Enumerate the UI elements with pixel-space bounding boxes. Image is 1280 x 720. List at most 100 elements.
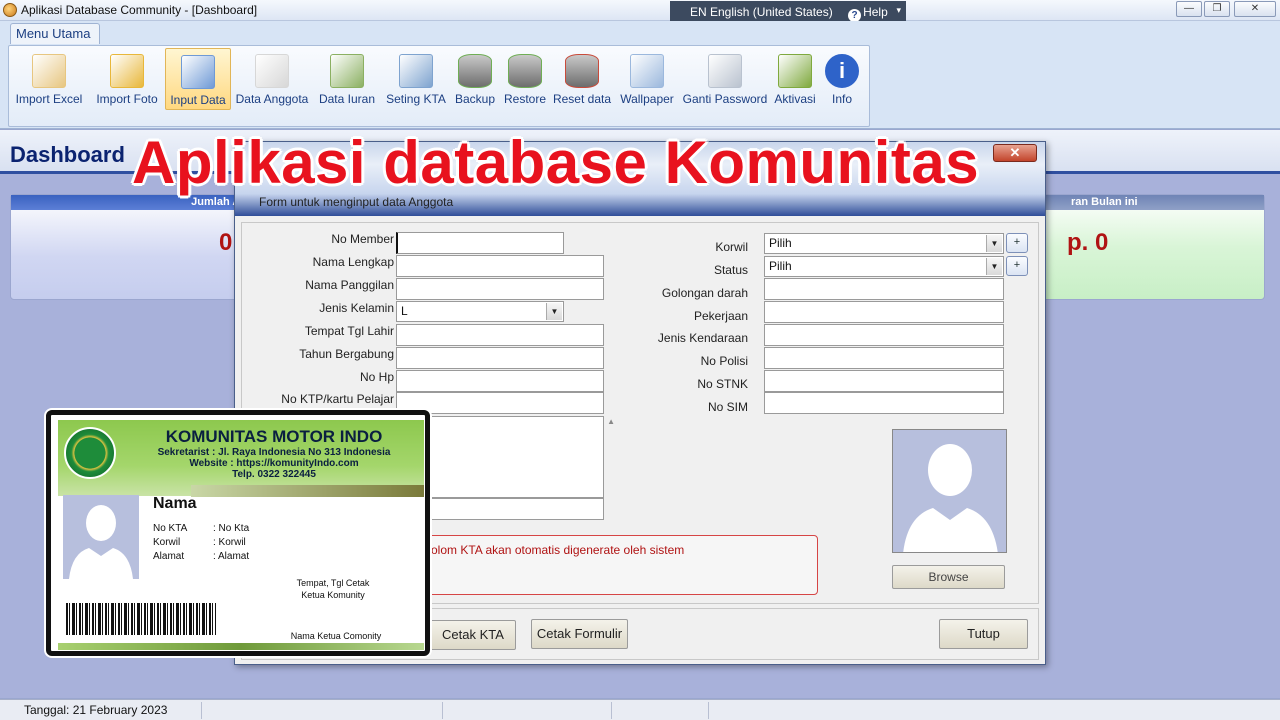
- ribbon-button-wallpaper[interactable]: Wallpaper: [619, 48, 675, 110]
- ribbon-button-import-excel[interactable]: Import Excel: [13, 48, 85, 110]
- member-count-value: 0: [219, 229, 233, 256]
- ribbon-button-label[interactable]: Import Foto: [91, 92, 163, 106]
- ribbon-button-label[interactable]: Info: [817, 92, 867, 106]
- card-row-value: : Korwil: [213, 537, 246, 548]
- money-chart-icon[interactable]: [330, 54, 364, 88]
- label-no-ktp: No KTP/kartu Pelajar: [281, 392, 394, 406]
- ribbon-button-data-anggota[interactable]: Data Anggota: [233, 48, 311, 110]
- ribbon-button-reset-data[interactable]: Reset data: [551, 48, 613, 110]
- jenis-kelamin-select[interactable]: L ▼: [396, 301, 564, 322]
- ribbon-button-label[interactable]: Aktivasi: [773, 92, 817, 106]
- ribbon-button-label[interactable]: Data Iuran: [317, 92, 377, 106]
- person-silhouette-icon: [903, 444, 998, 552]
- database-reset-icon[interactable]: [565, 54, 599, 88]
- add-korwil-button[interactable]: +: [1006, 233, 1028, 253]
- ribbon-button-aktivasi[interactable]: Aktivasi: [773, 48, 817, 110]
- ribbon-button-label[interactable]: Ganti Password: [679, 92, 771, 106]
- nama-lengkap-input[interactable]: [396, 255, 604, 277]
- label-tahun-bergabung: Tahun Bergabung: [299, 347, 394, 361]
- info-icon[interactable]: i: [825, 54, 859, 88]
- ribbon-button-backup[interactable]: Backup: [451, 48, 499, 110]
- ribbon-button-label[interactable]: Wallpaper: [619, 92, 675, 106]
- card-bottom-band: [58, 643, 424, 650]
- ribbon-button-label[interactable]: Seting KTA: [381, 92, 451, 106]
- dashboard-title: Dashboard: [10, 142, 125, 167]
- key-icon[interactable]: [778, 54, 812, 88]
- spreadsheet-icon[interactable]: [32, 54, 66, 88]
- ribbon-button-seting-kta[interactable]: Seting KTA: [381, 48, 451, 110]
- folder-image-icon[interactable]: [110, 54, 144, 88]
- status-cell: [710, 702, 1280, 719]
- no-sim-input[interactable]: [764, 392, 1004, 414]
- card-photo-placeholder: [63, 495, 139, 579]
- chevron-down-icon[interactable]: ▼: [986, 235, 1002, 252]
- cetak-formulir-button[interactable]: Cetak Formulir: [531, 619, 628, 649]
- chevron-down-icon[interactable]: ▼: [986, 258, 1002, 275]
- database-restore-icon[interactable]: [508, 54, 542, 88]
- member-count-card: Jumlah An 0: [10, 194, 260, 300]
- id-card-icon[interactable]: [399, 54, 433, 88]
- language-label[interactable]: EN English (United States): [690, 5, 833, 19]
- status-select[interactable]: Pilih ▼: [764, 256, 1004, 277]
- card-row-no-kta: No KTA: No Kta: [153, 523, 249, 534]
- label-no-member: No Member: [331, 232, 394, 246]
- pekerjaan-input[interactable]: [764, 301, 1004, 323]
- browse-button[interactable]: Browse: [892, 565, 1005, 589]
- language-bar[interactable]: EN English (United States) ? Help ▾: [670, 1, 906, 23]
- golongan-darah-input[interactable]: [764, 278, 1004, 300]
- no-polisi-input[interactable]: [764, 347, 1004, 369]
- lock-icon[interactable]: [708, 54, 742, 88]
- ribbon-button-label[interactable]: Input Data: [166, 93, 230, 107]
- card-stripe: [191, 485, 424, 497]
- label-golongan-darah: Golongan darah: [661, 286, 748, 300]
- tab-menu-utama[interactable]: Menu Utama: [10, 23, 100, 44]
- minimize-button[interactable]: —: [1176, 1, 1202, 17]
- help-label[interactable]: Help: [863, 5, 888, 19]
- tahun-bergabung-input[interactable]: [396, 347, 604, 369]
- label-jenis-kelamin: Jenis Kelamin: [319, 301, 394, 315]
- jenis-kendaraan-input[interactable]: [764, 324, 1004, 346]
- scroll-up-icon[interactable]: ▲: [607, 417, 615, 426]
- status-cell: [203, 702, 443, 719]
- tutup-button[interactable]: Tutup: [939, 619, 1028, 649]
- ribbon-button-input-data[interactable]: Input Data: [165, 48, 231, 110]
- chevron-down-icon[interactable]: ▼: [546, 303, 562, 320]
- ribbon-button-info[interactable]: i Info: [817, 48, 867, 110]
- ribbon-button-label[interactable]: Import Excel: [13, 92, 85, 106]
- wallpaper-icon[interactable]: [630, 54, 664, 88]
- card-address-line1: Sekretarist : Jl. Raya Indonesia No 313 …: [157, 447, 391, 458]
- no-stnk-input[interactable]: [764, 370, 1004, 392]
- close-window-button[interactable]: ✕: [1234, 1, 1276, 17]
- ribbon-button-label[interactable]: Restore: [501, 92, 549, 106]
- window-title: Aplikasi Database Community - [Dashboard…: [21, 3, 258, 17]
- form-edit-icon[interactable]: [181, 55, 215, 89]
- no-member-input[interactable]: [396, 232, 564, 254]
- ribbon-button-ganti-password[interactable]: Ganti Password: [679, 48, 771, 110]
- card-row-key: Alamat: [153, 551, 185, 562]
- card-row-alamat: Alamat: Alamat: [153, 551, 249, 562]
- dues-month-value: p. 0: [1067, 229, 1109, 256]
- add-status-button[interactable]: +: [1006, 256, 1028, 276]
- ribbon-button-import-foto[interactable]: Import Foto: [91, 48, 163, 110]
- nama-panggilan-input[interactable]: [396, 278, 604, 300]
- close-dialog-button[interactable]: ✕: [993, 144, 1037, 162]
- ribbon-button-label[interactable]: Backup: [451, 92, 499, 106]
- signature-icon[interactable]: [255, 54, 289, 88]
- notice-box: olom KTA akan otomatis digenerate oleh s…: [422, 535, 818, 595]
- no-hp-input[interactable]: [396, 370, 604, 392]
- ribbon-button-restore[interactable]: Restore: [501, 48, 549, 110]
- label-no-polisi: No Polisi: [700, 354, 748, 368]
- card-row-key: No KTA: [153, 523, 188, 534]
- ribbon-button-label[interactable]: Data Anggota: [233, 92, 311, 106]
- notice-text: olom KTA akan otomatis digenerate oleh s…: [431, 543, 685, 557]
- chevron-down-icon[interactable]: ▾: [896, 5, 901, 16]
- database-backup-icon[interactable]: [458, 54, 492, 88]
- ribbon-panel: Import Excel Import Foto Input Data Data An…: [8, 45, 870, 127]
- card-address-line3: Telp. 0322 322445: [232, 469, 316, 480]
- ribbon-button-label[interactable]: Reset data: [551, 92, 613, 106]
- korwil-select[interactable]: Pilih ▼: [764, 233, 1004, 254]
- ribbon-button-data-iuran[interactable]: Data Iuran: [317, 48, 377, 110]
- restore-button[interactable]: ❐: [1204, 1, 1230, 17]
- cetak-kta-button[interactable]: Cetak KTA: [430, 620, 516, 650]
- tempat-tgl-lahir-input[interactable]: [396, 324, 604, 346]
